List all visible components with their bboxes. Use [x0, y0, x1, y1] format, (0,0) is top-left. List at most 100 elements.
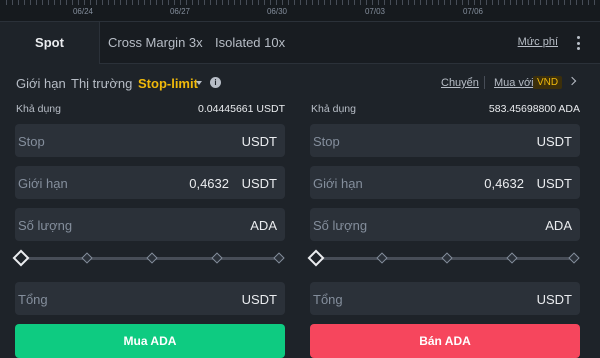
slider-step-75[interactable] — [506, 252, 518, 264]
order-type-market[interactable]: Thị trường — [71, 76, 132, 91]
buy-amount-input[interactable]: Số lượng ADA — [15, 208, 285, 241]
limit-label: Giới hạn — [18, 176, 68, 191]
sell-limit-input[interactable]: Giới hạn 0,4632 USDT — [310, 166, 580, 199]
axis-tick — [444, 0, 445, 5]
axis-tick — [90, 0, 91, 5]
slider-step-75[interactable] — [211, 252, 223, 264]
axis-ticks — [0, 0, 600, 6]
axis-tick — [210, 0, 211, 5]
axis-tick — [522, 0, 523, 5]
axis-tick — [540, 0, 541, 5]
axis-tick — [354, 0, 355, 5]
axis-tick — [300, 0, 301, 5]
currency-badge[interactable]: VND — [533, 76, 563, 89]
axis-tick — [54, 0, 55, 5]
axis-tick — [402, 0, 403, 5]
limit-label: Giới hạn — [313, 176, 363, 191]
buy-total-input[interactable]: Tổng USDT — [15, 282, 285, 315]
amount-label: Số lượng — [313, 218, 368, 233]
axis-tick — [150, 0, 151, 5]
axis-tick — [378, 0, 379, 5]
axis-tick — [384, 0, 385, 5]
axis-tick — [18, 0, 19, 5]
axis-tick — [582, 0, 583, 5]
slider-step-50[interactable] — [146, 252, 158, 264]
axis-date-label: 07/06 — [462, 7, 484, 16]
axis-tick — [216, 0, 217, 5]
slider-step-25[interactable] — [376, 252, 388, 264]
axis-tick — [114, 0, 115, 5]
axis-tick — [108, 0, 109, 5]
axis-tick — [252, 0, 253, 5]
info-icon[interactable]: i — [210, 77, 221, 88]
tab-isolated-margin[interactable]: Isolated 10x — [215, 22, 285, 64]
axis-tick — [228, 0, 229, 5]
axis-date-label: 06/24 — [72, 7, 94, 16]
transfer-link[interactable]: Chuyển — [441, 77, 479, 89]
slider-handle[interactable] — [307, 249, 325, 267]
axis-tick — [246, 0, 247, 5]
axis-tick — [102, 0, 103, 5]
buy-stop-input[interactable]: Stop USDT — [15, 124, 285, 157]
amount-unit: ADA — [545, 218, 572, 233]
axis-tick — [6, 0, 7, 5]
buy-percent-slider[interactable] — [12, 249, 285, 267]
slider-step-100[interactable] — [568, 252, 580, 264]
sell-stop-input[interactable]: Stop USDT — [310, 124, 580, 157]
sell-button[interactable]: Bán ADA — [310, 324, 580, 358]
axis-tick — [432, 0, 433, 5]
axis-tick — [498, 0, 499, 5]
limit-unit: USDT — [536, 176, 572, 191]
slider-step-100[interactable] — [273, 252, 285, 264]
axis-tick — [66, 0, 67, 5]
fee-link[interactable]: Mức phí — [518, 36, 558, 48]
stop-label: Stop — [313, 134, 340, 149]
stop-unit: USDT — [241, 134, 277, 149]
order-type-stop-limit[interactable]: Stop-limit — [138, 76, 198, 91]
sell-percent-slider[interactable] — [307, 249, 580, 267]
axis-tick — [258, 0, 259, 5]
total-label: Tổng — [18, 292, 48, 307]
slider-step-50[interactable] — [441, 252, 453, 264]
axis-tick — [306, 0, 307, 5]
axis-tick — [504, 0, 505, 5]
axis-tick — [132, 0, 133, 5]
sell-total-input[interactable]: Tổng USDT — [310, 282, 580, 315]
slider-step-25[interactable] — [81, 252, 93, 264]
axis-tick — [264, 0, 265, 5]
buy-with-link[interactable]: Mua với — [494, 77, 534, 89]
axis-tick — [144, 0, 145, 5]
axis-tick — [192, 0, 193, 5]
axis-date-label: 06/27 — [169, 7, 191, 16]
tab-spot[interactable]: Spot — [0, 22, 100, 64]
axis-tick — [324, 0, 325, 5]
axis-tick — [564, 0, 565, 5]
slider-handle[interactable] — [12, 249, 30, 267]
buy-limit-input[interactable]: Giới hạn 0,4632 USDT — [15, 166, 285, 199]
sell-amount-input[interactable]: Số lượng ADA — [310, 208, 580, 241]
chevron-right-icon[interactable] — [567, 76, 577, 86]
sell-panel: Khả dụng 583.45698800 ADA Stop USDT Giới… — [307, 102, 580, 358]
axis-tick — [516, 0, 517, 5]
more-options-icon[interactable] — [570, 35, 586, 51]
axis-tick — [420, 0, 421, 5]
axis-tick — [72, 0, 73, 5]
axis-tick — [546, 0, 547, 5]
order-type-limit[interactable]: Giới hạn — [16, 76, 66, 91]
chevron-down-icon[interactable] — [196, 81, 202, 85]
axis-tick — [162, 0, 163, 5]
axis-tick — [120, 0, 121, 5]
axis-tick — [588, 0, 589, 5]
tab-cross-margin[interactable]: Cross Margin 3x — [108, 22, 203, 64]
axis-tick — [282, 0, 283, 5]
axis-tick — [342, 0, 343, 5]
axis-tick — [138, 0, 139, 5]
axis-tick — [60, 0, 61, 5]
axis-tick — [366, 0, 367, 5]
axis-tick — [348, 0, 349, 5]
buy-panel: Khả dụng 0.04445661 USDT Stop USDT Giới … — [12, 102, 285, 358]
axis-tick — [174, 0, 175, 5]
axis-tick — [468, 0, 469, 5]
axis-tick — [84, 0, 85, 5]
buy-button[interactable]: Mua ADA — [15, 324, 285, 358]
